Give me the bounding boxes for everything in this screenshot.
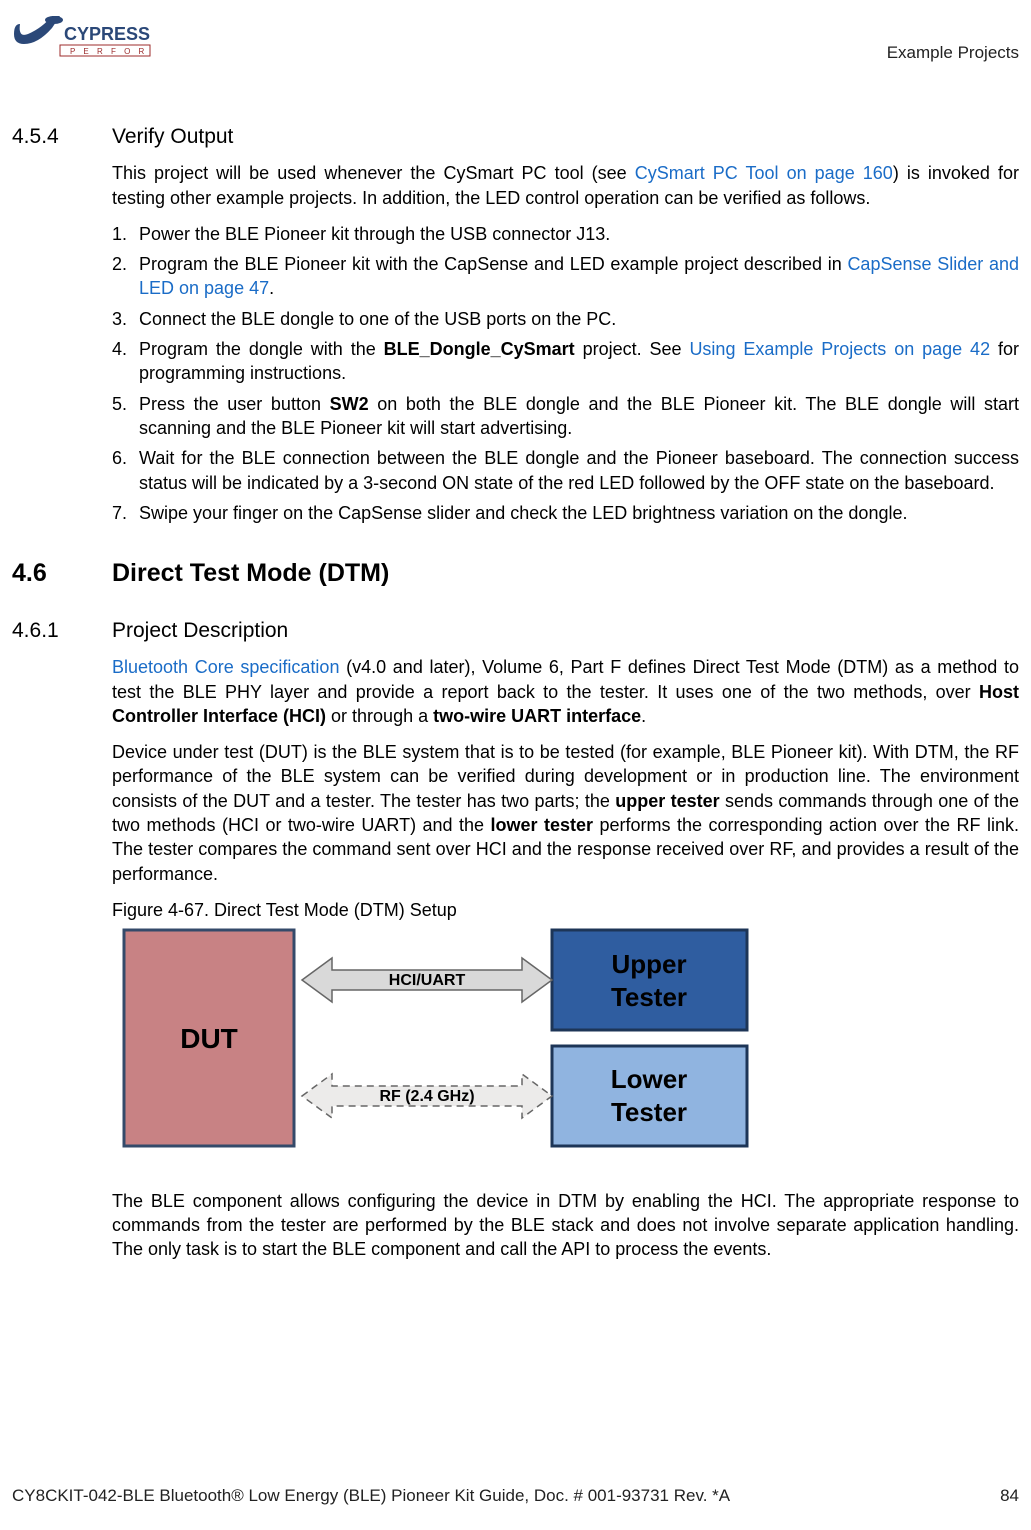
section-title: Direct Test Mode (DTM) [112, 557, 389, 591]
bold-text: lower tester [491, 815, 594, 835]
step-text: Program the BLE Pioneer kit with the Cap… [139, 252, 1019, 301]
list-item: 3. Connect the BLE dongle to one of the … [112, 307, 1019, 331]
arrow-hci-uart-label: HCI/UART [389, 972, 466, 989]
step-text: Connect the BLE dongle to one of the USB… [139, 307, 1019, 331]
step-number: 5. [112, 392, 139, 441]
step-text: Press the user button SW2 on both the BL… [139, 392, 1019, 441]
p461-3: The BLE component allows configuring the… [112, 1189, 1019, 1262]
section-454-intro: This project will be used whenever the C… [112, 161, 1019, 210]
text: Program the dongle with the [139, 339, 384, 359]
bold-text: BLE_Dongle_CySmart [384, 339, 575, 359]
step-text: Program the dongle with the BLE_Dongle_C… [139, 337, 1019, 386]
footer-doc-info: CY8CKIT-042-BLE Bluetooth® Low Energy (B… [12, 1485, 730, 1508]
step-number: 2. [112, 252, 139, 301]
text: This project will be used whenever the C… [112, 163, 635, 183]
list-item: 4. Program the dongle with the BLE_Dongl… [112, 337, 1019, 386]
section-number: 4.6 [12, 557, 112, 591]
footer-page-number: 84 [1000, 1485, 1019, 1508]
link-bluetooth-core-spec[interactable]: Bluetooth Core specification [112, 657, 339, 677]
page-header: CYPRESS P E R F O R M Example Projects [12, 12, 1019, 65]
step-text: Power the BLE Pioneer kit through the US… [139, 222, 1019, 246]
list-item: 6. Wait for the BLE connection between t… [112, 446, 1019, 495]
list-item: 2. Program the BLE Pioneer kit with the … [112, 252, 1019, 301]
dut-label: DUT [180, 1023, 238, 1054]
lower-tester-l2: Tester [611, 1097, 687, 1127]
text: project. See [575, 339, 690, 359]
dtm-diagram: DUT Upper Tester Lower Tester HCI/UART R… [122, 928, 1019, 1164]
section-number: 4.5.4 [12, 123, 112, 151]
lower-tester-l1: Lower [611, 1064, 688, 1094]
logo-sub: P E R F O R M [70, 47, 152, 56]
step-text: Swipe your finger on the CapSense slider… [139, 501, 1019, 525]
link-cysmart-pc-tool[interactable]: CySmart PC Tool on page 160 [635, 163, 893, 183]
p461-1: Bluetooth Core specification (v4.0 and l… [112, 655, 1019, 728]
upper-tester-l1: Upper [611, 949, 686, 979]
link-example-projects[interactable]: Using Example Projects on page 42 [689, 339, 990, 359]
figure-caption: Figure 4-67. Direct Test Mode (DTM) Setu… [112, 898, 1019, 922]
arrow-rf-label: RF (2.4 GHz) [379, 1088, 474, 1105]
header-section-label: Example Projects [887, 12, 1019, 65]
section-title: Verify Output [112, 123, 233, 151]
section-46-heading: 4.6 Direct Test Mode (DTM) [12, 557, 1019, 591]
section-number: 4.6.1 [12, 617, 112, 645]
upper-tester-l2: Tester [611, 982, 687, 1012]
step-number: 6. [112, 446, 139, 495]
step-number: 7. [112, 501, 139, 525]
steps-list: 1. Power the BLE Pioneer kit through the… [112, 222, 1019, 525]
page-footer: CY8CKIT-042-BLE Bluetooth® Low Energy (B… [12, 1485, 1019, 1508]
p461-2: Device under test (DUT) is the BLE syste… [112, 740, 1019, 886]
list-item: 5. Press the user button SW2 on both the… [112, 392, 1019, 441]
section-461-heading: 4.6.1 Project Description [12, 617, 1019, 645]
step-text: Wait for the BLE connection between the … [139, 446, 1019, 495]
text: . [269, 278, 274, 298]
section-title: Project Description [112, 617, 288, 645]
section-454-heading: 4.5.4 Verify Output [12, 123, 1019, 151]
bold-text: upper tester [615, 791, 719, 811]
text: . [641, 706, 646, 726]
step-number: 4. [112, 337, 139, 386]
list-item: 1. Power the BLE Pioneer kit through the… [112, 222, 1019, 246]
bold-text: two-wire UART interface [433, 706, 641, 726]
list-item: 7. Swipe your finger on the CapSense sli… [112, 501, 1019, 525]
text: or through a [326, 706, 433, 726]
step-number: 1. [112, 222, 139, 246]
text: Program the BLE Pioneer kit with the Cap… [139, 254, 847, 274]
text: Press the user button [139, 394, 330, 414]
bold-text: SW2 [330, 394, 369, 414]
cypress-logo: CYPRESS P E R F O R M [12, 12, 152, 60]
step-number: 3. [112, 307, 139, 331]
logo-text: CYPRESS [64, 24, 150, 44]
